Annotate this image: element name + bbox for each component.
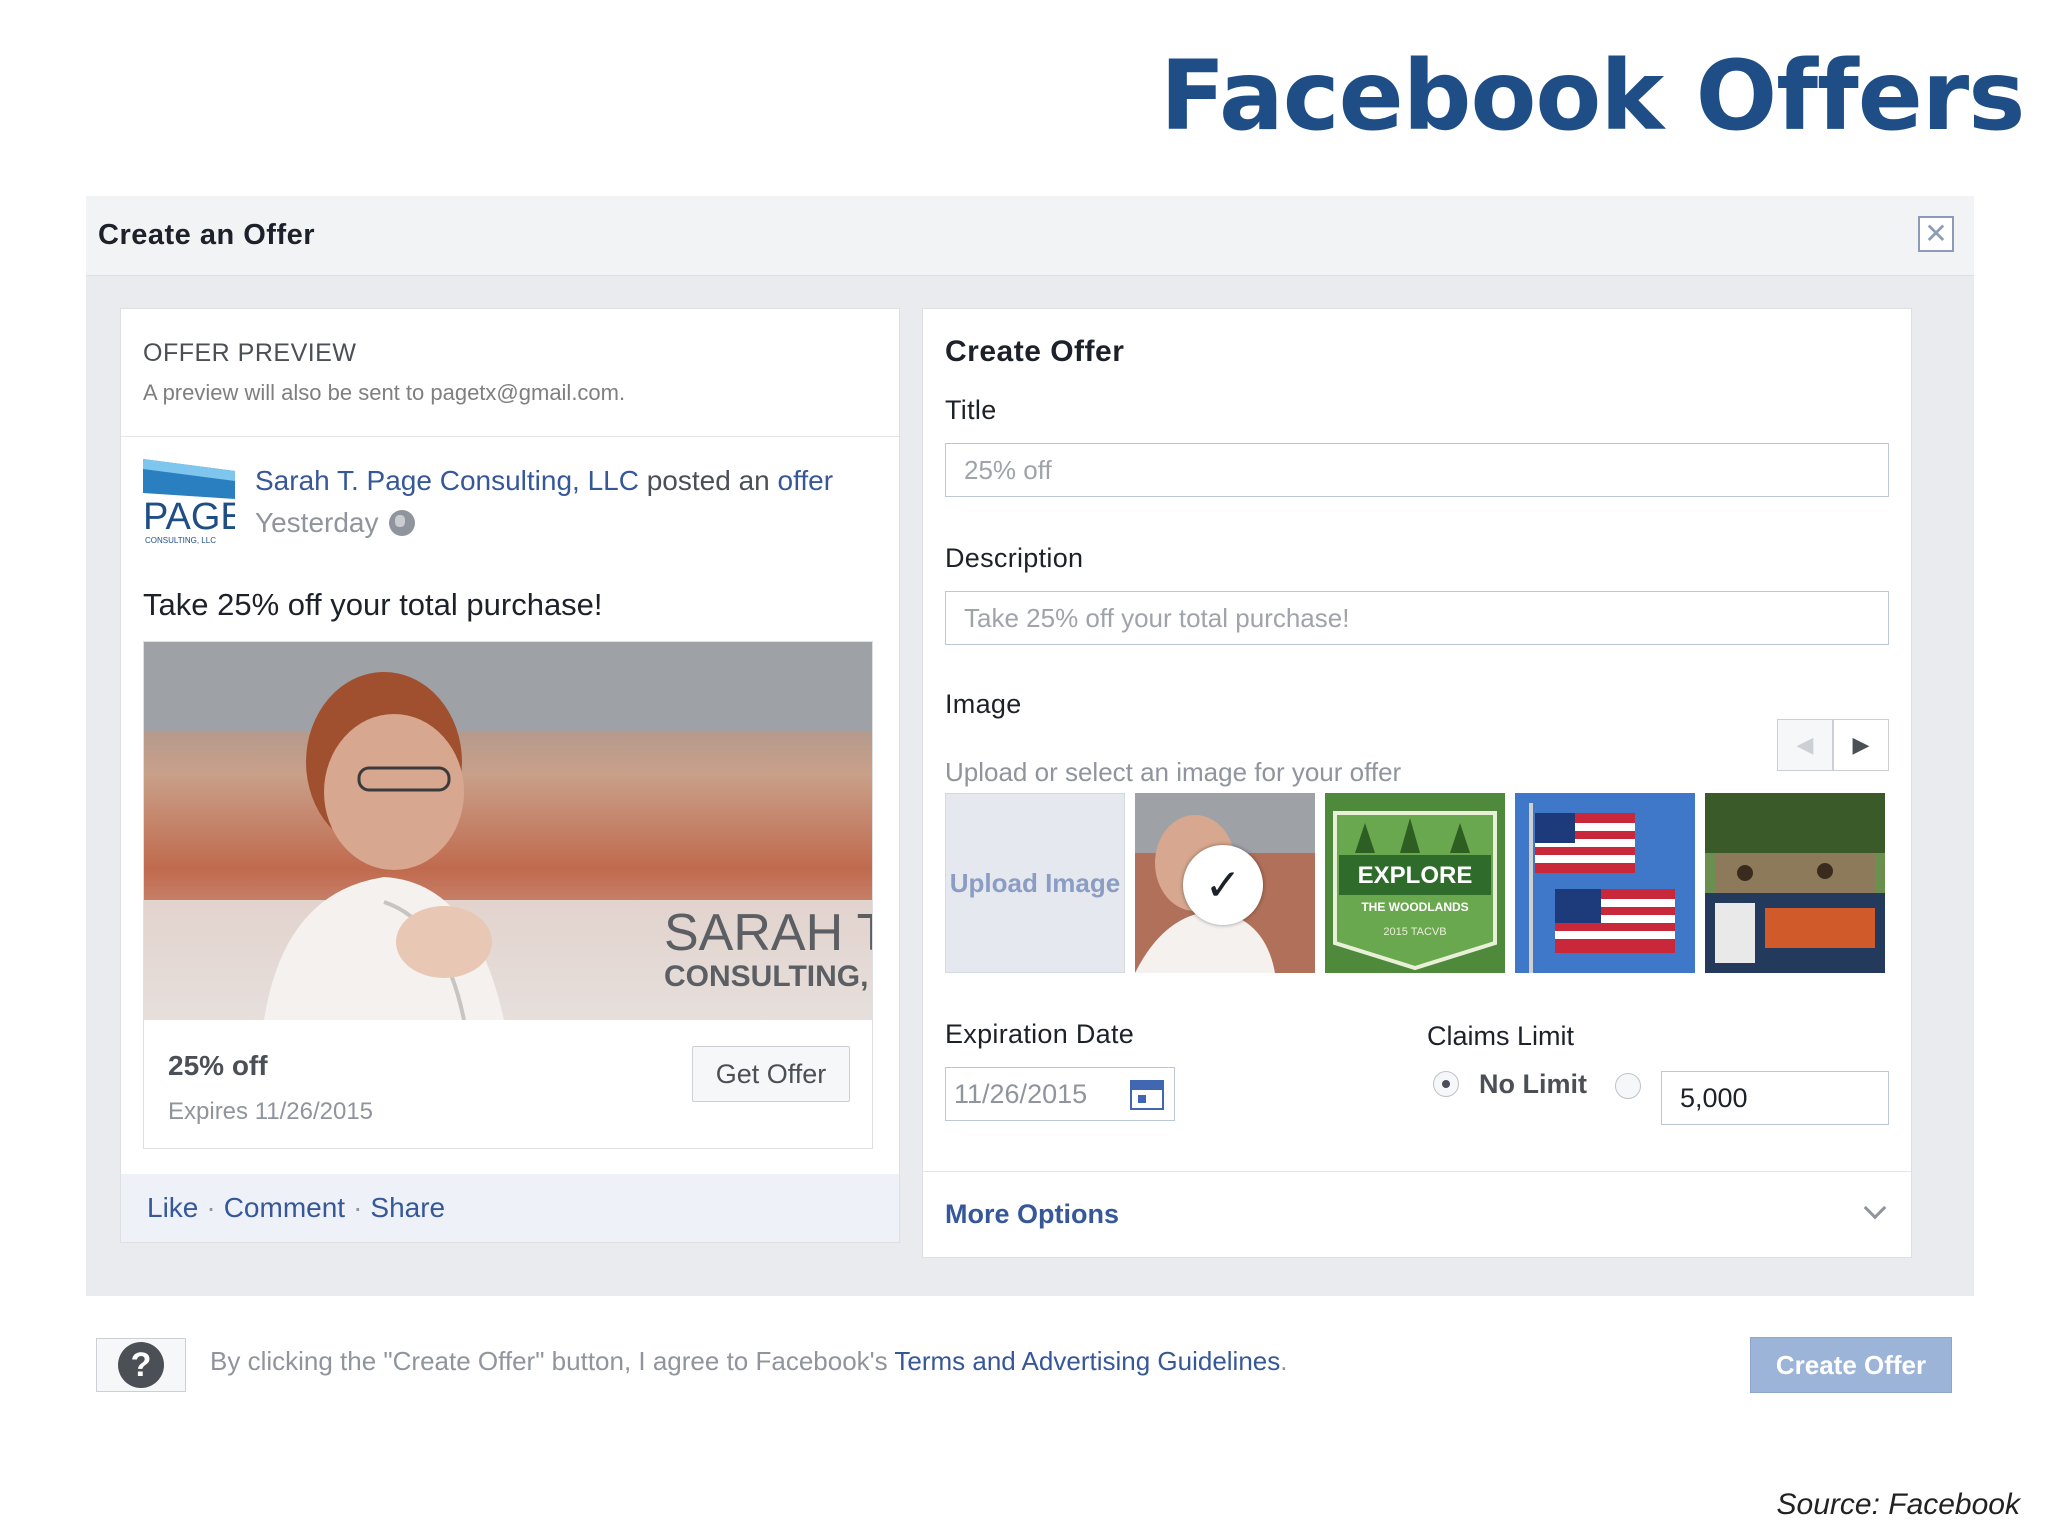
terms-link[interactable]: Terms and Advertising Guidelines bbox=[894, 1346, 1280, 1376]
offer-expires: Expires 11/26/2015 bbox=[168, 1098, 374, 1125]
preview-note: A preview will also be sent to pagetx@gm… bbox=[143, 380, 626, 405]
form-heading: Create Offer bbox=[945, 335, 1125, 368]
expiration-label: Expiration Date bbox=[945, 1019, 1135, 1049]
create-offer-dialog: Create an Offer ✕ OFFER PREVIEW A previe… bbox=[86, 196, 1974, 1296]
chevron-down-icon bbox=[1863, 1196, 1887, 1220]
post-time-text[interactable]: Yesterday bbox=[255, 507, 379, 539]
offer-preview-panel: OFFER PREVIEW A preview will also be sen… bbox=[120, 308, 900, 1243]
image-thumbnails: Upload Image ✓ EXPLORE THE WOODLANDS 201… bbox=[945, 793, 1885, 973]
preview-header: OFFER PREVIEW A preview will also be sen… bbox=[121, 309, 899, 437]
thumb-explore-line2: THE WOODLANDS bbox=[1361, 900, 1468, 914]
image-thumb-selected[interactable]: ✓ bbox=[1135, 793, 1315, 973]
thumb-explore-line3: 2015 TACVB bbox=[1383, 926, 1446, 938]
like-link[interactable]: Like bbox=[147, 1192, 198, 1224]
offer-title: 25% off bbox=[168, 1050, 268, 1081]
post-time: Yesterday bbox=[255, 507, 415, 539]
image-overlay-line2: CONSULTING, bbox=[664, 960, 868, 993]
comment-link[interactable]: Comment bbox=[224, 1192, 345, 1224]
expiration-date-input[interactable]: 11/26/2015 bbox=[945, 1067, 1175, 1121]
image-label: Image bbox=[945, 689, 1022, 719]
offer-image[interactable]: SARAH T. CONSULTING, bbox=[144, 642, 872, 1020]
expiration-date-value: 11/26/2015 bbox=[954, 1078, 1088, 1109]
page-logo[interactable]: PAGE CONSULTING, LLC bbox=[143, 459, 246, 545]
legal-prefix: By clicking the "Create Offer" button, I… bbox=[210, 1346, 895, 1376]
globe-icon bbox=[388, 510, 415, 536]
calendar-icon[interactable] bbox=[1130, 1080, 1164, 1110]
more-options-toggle[interactable]: More Options bbox=[923, 1171, 1911, 1257]
title-input[interactable] bbox=[945, 443, 1889, 497]
preview-label: OFFER PREVIEW bbox=[143, 339, 357, 367]
description-label: Description bbox=[945, 543, 1084, 573]
separator: · bbox=[353, 1192, 363, 1223]
post-header: Sarah T. Page Consulting, LLC posted an … bbox=[255, 465, 833, 497]
post-actions: Like · Comment · Share bbox=[121, 1174, 899, 1242]
thumb-explore-line1: EXPLORE bbox=[1358, 862, 1473, 889]
image-overlay-line1: SARAH T. bbox=[664, 904, 872, 962]
image-help-text: Upload or select an image for your offer bbox=[945, 757, 1402, 787]
dialog-header: Create an Offer bbox=[86, 196, 1974, 276]
get-offer-button[interactable]: Get Offer bbox=[692, 1046, 850, 1102]
separator: · bbox=[206, 1192, 216, 1223]
slide-title: Facebook Offers bbox=[1160, 40, 2025, 152]
prev-arrow-icon[interactable]: ◀ bbox=[1777, 719, 1833, 771]
image-thumb-flags[interactable] bbox=[1515, 793, 1695, 973]
help-icon: ? bbox=[118, 1342, 164, 1388]
legal-suffix: . bbox=[1280, 1346, 1288, 1376]
offer-link[interactable]: offer bbox=[778, 465, 834, 496]
source-caption: Source: Facebook bbox=[1776, 1488, 2020, 1521]
no-limit-radio[interactable] bbox=[1433, 1071, 1459, 1097]
checkmark-icon: ✓ bbox=[1183, 845, 1263, 925]
help-button[interactable]: ? bbox=[96, 1338, 186, 1392]
create-offer-form: Create Offer Title Description Image Upl… bbox=[922, 308, 1912, 1258]
page-name-link[interactable]: Sarah T. Page Consulting, LLC bbox=[255, 465, 639, 496]
upload-image-button[interactable]: Upload Image bbox=[945, 793, 1125, 973]
create-offer-button[interactable]: Create Offer bbox=[1750, 1337, 1952, 1393]
legal-text: By clicking the "Create Offer" button, I… bbox=[210, 1346, 1288, 1377]
image-thumb-event[interactable] bbox=[1705, 793, 1885, 973]
share-link[interactable]: Share bbox=[370, 1192, 445, 1224]
image-pager: ◀ ▶ bbox=[1777, 719, 1889, 771]
limit-radio[interactable] bbox=[1615, 1073, 1641, 1099]
claims-limit-label: Claims Limit bbox=[1427, 1021, 1575, 1051]
claims-limit-input[interactable]: 5,000 bbox=[1661, 1071, 1889, 1125]
logo-text: PAGE bbox=[143, 496, 235, 538]
description-input[interactable] bbox=[945, 591, 1889, 645]
dialog-title: Create an Offer bbox=[98, 219, 316, 251]
close-icon[interactable]: ✕ bbox=[1918, 216, 1954, 252]
offer-card: SARAH T. CONSULTING, 25% off Expires 11/… bbox=[143, 641, 873, 1149]
no-limit-label: No Limit bbox=[1479, 1069, 1587, 1099]
next-arrow-icon[interactable]: ▶ bbox=[1833, 719, 1889, 771]
post-action-text: posted an bbox=[646, 465, 770, 496]
title-label: Title bbox=[945, 395, 997, 425]
post-message: Take 25% off your total purchase! bbox=[143, 587, 603, 622]
logo-subtext: CONSULTING, LLC bbox=[145, 536, 216, 545]
image-thumb-explore[interactable]: EXPLORE THE WOODLANDS 2015 TACVB bbox=[1325, 793, 1505, 973]
more-options-label: More Options bbox=[945, 1199, 1119, 1229]
